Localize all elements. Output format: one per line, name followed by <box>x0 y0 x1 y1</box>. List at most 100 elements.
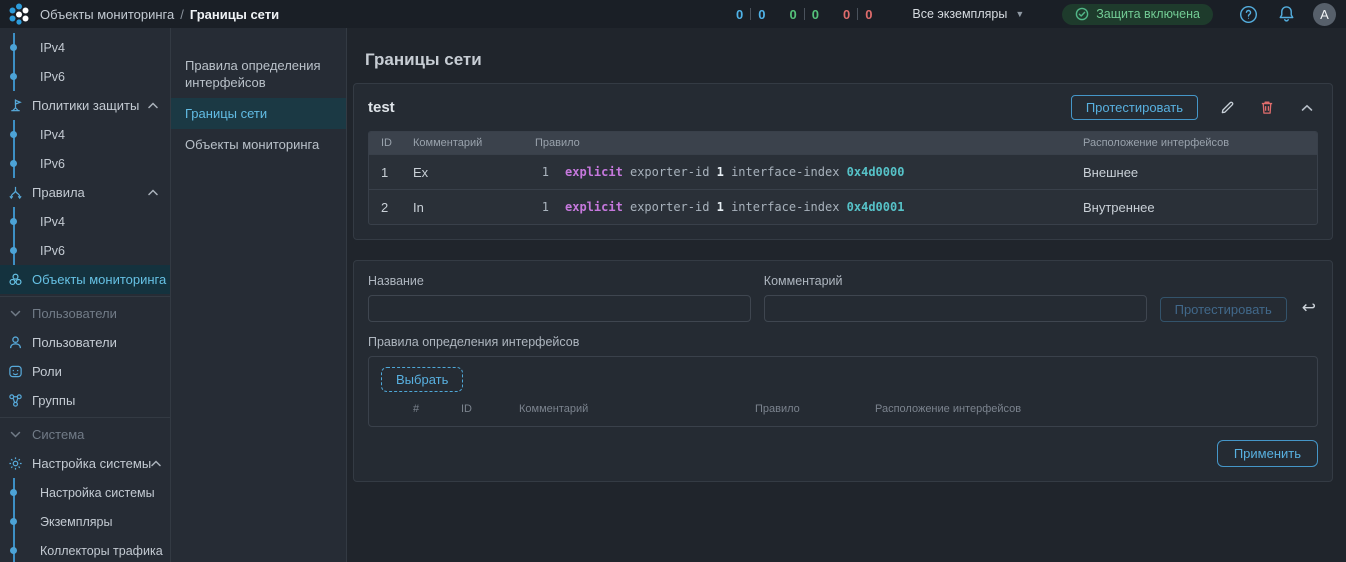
sidebar-item-nastroyka-sistemy-sub[interactable]: Настройка системы <box>0 478 170 507</box>
sidebar-item-label: Настройка системы <box>32 456 151 471</box>
sidebar-item-ipv4[interactable]: IPv4 <box>0 207 170 236</box>
sidebar-item-label: IPv4 <box>40 41 65 55</box>
rule-keyword: explicit <box>565 200 623 214</box>
comment-input[interactable] <box>764 295 1147 322</box>
table-row[interactable]: 2 In 1 explicit exporter-id 1 interface-… <box>369 189 1317 224</box>
cell-location: Внутреннее <box>1083 200 1317 215</box>
notifications-bell-button[interactable] <box>1275 3 1297 25</box>
user-icon <box>6 335 24 350</box>
counter-blue-right: 0 <box>758 7 765 22</box>
sidebar-item-nastroyka-sistemy[interactable]: Настройка системы <box>0 449 170 478</box>
chevron-up-icon <box>148 189 158 196</box>
monitoring-objects-icon <box>6 272 24 287</box>
test-button[interactable]: Протестировать <box>1071 95 1198 120</box>
col-header-id: ID <box>461 403 519 415</box>
subnav-item-obekty-monitoringa[interactable]: Объекты мониторинга <box>171 129 346 160</box>
rules-table: ID Комментарий Правило Расположение инте… <box>368 131 1318 225</box>
counter-blue: 0 0 <box>736 7 765 22</box>
topbar: Объекты мониторинга / Границы сети 0 0 0… <box>0 0 1346 28</box>
sidebar-item-label: Правила <box>32 185 85 200</box>
sidebar-section-label: Система <box>32 427 84 442</box>
sidebar-item-label: Объекты мониторинга <box>32 272 166 287</box>
status-counters: 0 0 0 0 0 0 <box>736 7 872 22</box>
rule-value: 1 <box>717 200 724 214</box>
table-row[interactable]: 1 Ex 1 explicit exporter-id 1 interface-… <box>369 154 1317 189</box>
apply-button[interactable]: Применить <box>1217 440 1318 467</box>
sidebar-item-pravila[interactable]: Правила <box>0 178 170 207</box>
cell-id: 1 <box>369 165 413 180</box>
col-header-number: # <box>413 403 461 415</box>
sidebar-item-ipv6[interactable]: IPv6 <box>0 236 170 265</box>
undo-icon[interactable]: ↩ <box>1300 297 1318 322</box>
avatar[interactable]: A <box>1313 3 1336 26</box>
cell-id: 2 <box>369 200 413 215</box>
network-boundary-card: test Протестировать ID <box>353 83 1333 240</box>
sidebar-item-label: IPv4 <box>40 128 65 142</box>
edit-pencil-icon[interactable] <box>1216 97 1238 119</box>
sidebar-item-polzovateli[interactable]: Пользователи <box>0 328 170 357</box>
cell-location: Внешнее <box>1083 165 1317 180</box>
sidebar-item-politiki-zashchity[interactable]: Политики защиты <box>0 91 170 120</box>
counter-green-right: 0 <box>812 7 819 22</box>
sidebar-item-roli[interactable]: Роли <box>0 357 170 386</box>
rule-line-number: 1 <box>535 165 549 179</box>
sidebar-item-label: IPv6 <box>40 157 65 171</box>
sidebar-section-polzovateli[interactable]: Пользователи <box>0 299 170 328</box>
select-rules-button[interactable]: Выбрать <box>381 367 463 392</box>
tree-dot-icon <box>10 489 17 496</box>
tree-dot-icon <box>10 160 17 167</box>
chevron-down-icon <box>6 310 24 317</box>
sidebar-item-ekzemplyary[interactable]: Экземпляры <box>0 507 170 536</box>
sidebar-item-label: Экземпляры <box>40 515 113 529</box>
tree-dot-icon <box>10 73 17 80</box>
sidebar-item-gruppy[interactable]: Группы <box>0 386 170 415</box>
collapse-chevron-up-icon[interactable] <box>1296 97 1318 119</box>
check-circle-icon <box>1075 7 1089 21</box>
tree-dot-icon <box>10 44 17 51</box>
test-button-disabled[interactable]: Протестировать <box>1160 297 1287 322</box>
rules-icon <box>6 185 24 200</box>
subnav-item-pravila-opredeleniya-interfeysov[interactable]: Правила определения интерфейсов <box>171 50 346 98</box>
counter-divider <box>857 8 858 20</box>
sidebar-divider <box>0 296 170 297</box>
rules-table-header: ID Комментарий Правило Расположение инте… <box>369 132 1317 154</box>
sidebar-item-ipv4[interactable]: IPv4 <box>0 120 170 149</box>
counter-green-left: 0 <box>789 7 796 22</box>
sidebar-item-ipv4[interactable]: IPv4 <box>0 33 170 62</box>
instances-dropdown[interactable]: Все экземпляры ▼ <box>912 7 1024 21</box>
col-header-location: Расположение интерфейсов <box>875 403 1317 415</box>
sidebar-item-label: Роли <box>32 364 62 379</box>
breadcrumb-parent[interactable]: Объекты мониторинга <box>40 7 174 22</box>
brand: Объекты мониторинга / Границы сети <box>8 3 279 25</box>
delete-trash-icon[interactable] <box>1256 97 1278 119</box>
sidebar-item-kollektory-trafika[interactable]: Коллекторы трафика <box>0 536 170 562</box>
rule-param: interface-index <box>731 165 839 179</box>
page-title: Границы сети <box>365 50 1333 70</box>
cell-rule: 1 explicit exporter-id 1 interface-index… <box>535 165 1083 179</box>
sidebar-item-ipv6[interactable]: IPv6 <box>0 149 170 178</box>
sidebar-nav: Общая защита IPv4 IPv6 Политики защиты <box>0 28 171 562</box>
subnav-item-granitsy-seti[interactable]: Границы сети <box>171 98 346 129</box>
sidebar-section-sistema[interactable]: Система <box>0 420 170 449</box>
help-button[interactable] <box>1237 3 1259 25</box>
name-field-label: Название <box>368 274 751 288</box>
tree-dot-icon <box>10 518 17 525</box>
app-logo-icon[interactable] <box>8 3 30 25</box>
name-input[interactable] <box>368 295 751 322</box>
col-header-comment: Комментарий <box>519 403 755 415</box>
rule-code: 1 explicit exporter-id 1 interface-index… <box>535 200 912 214</box>
col-header-location: Расположение интерфейсов <box>1083 137 1317 149</box>
col-header-rule: Правило <box>535 137 1083 149</box>
secondary-nav: Правила определения интерфейсов Границы … <box>171 28 347 562</box>
tree-dot-icon <box>10 218 17 225</box>
sidebar-item-obekty-monitoringa[interactable]: Объекты мониторинга <box>0 265 170 294</box>
rule-value: 1 <box>717 165 724 179</box>
protection-status-label: Защита включена <box>1096 7 1200 21</box>
counter-green: 0 0 <box>789 7 818 22</box>
chevron-up-icon <box>151 460 161 467</box>
breadcrumb: Объекты мониторинга / Границы сети <box>40 7 279 22</box>
topbar-right: 0 0 0 0 0 0 Все экземпляры ▼ <box>736 3 1336 26</box>
sidebar-item-label: Пользователи <box>32 335 117 350</box>
sidebar-item-ipv6[interactable]: IPv6 <box>0 62 170 91</box>
col-header-comment: Комментарий <box>413 137 535 149</box>
